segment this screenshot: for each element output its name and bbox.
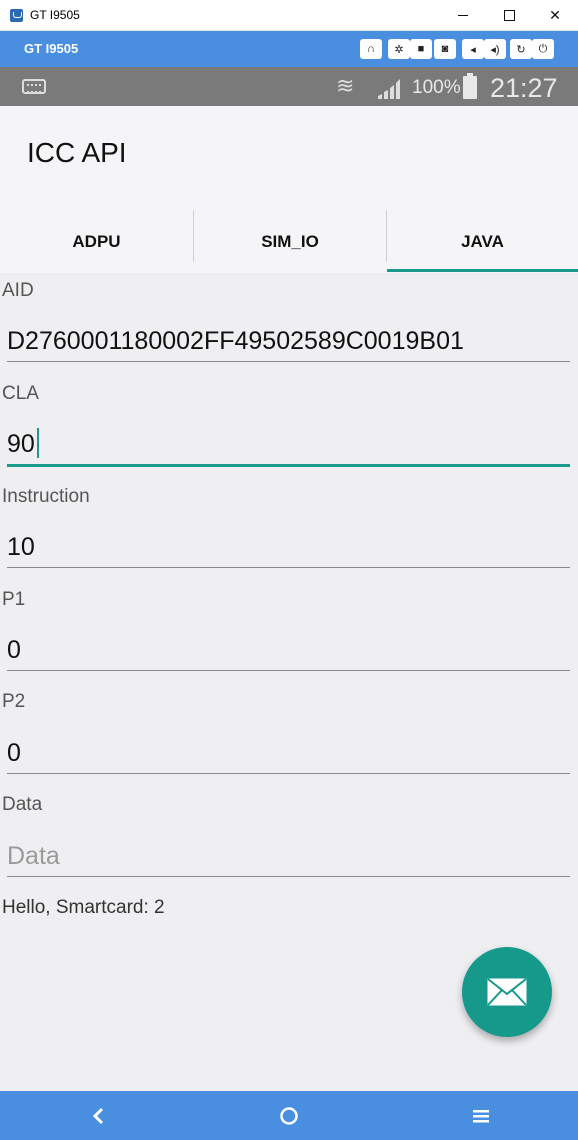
cla-underline — [7, 464, 570, 467]
tab-bar: ADPU SIM_IO JAVA — [0, 210, 578, 273]
p2-underline — [7, 773, 570, 774]
signal-icon — [378, 79, 400, 99]
home-icon — [280, 1106, 298, 1125]
window-title: GT I9505 — [30, 8, 80, 22]
battery-percent: 100% — [412, 77, 461, 98]
battery-icon — [463, 73, 477, 99]
clock: 21:27 — [490, 73, 558, 103]
camera-icon[interactable]: ◙ — [434, 39, 456, 59]
aid-label: AID — [2, 280, 34, 301]
close-button[interactable]: ✕ — [532, 0, 578, 31]
instruction-input[interactable] — [7, 531, 570, 563]
headphones-icon[interactable]: ∩ — [360, 39, 382, 59]
send-fab-button[interactable] — [462, 947, 552, 1037]
aid-input[interactable] — [7, 325, 570, 357]
video-icon[interactable]: ■ — [410, 39, 432, 59]
volume-up-icon[interactable]: ◂) — [484, 39, 506, 59]
cla-label: CLA — [2, 383, 39, 404]
navigation-bar — [0, 1091, 578, 1140]
app-title: ICC API — [27, 137, 127, 168]
menu-button[interactable] — [451, 1091, 511, 1140]
p1-label: P1 — [2, 589, 26, 610]
keyboard-icon — [22, 79, 46, 94]
maximize-button[interactable] — [486, 0, 532, 31]
selected-tab-indicator — [387, 269, 578, 272]
data-input[interactable] — [7, 840, 570, 872]
minimize-button[interactable] — [440, 0, 486, 31]
p1-input[interactable] — [7, 634, 570, 666]
back-button[interactable] — [68, 1091, 128, 1140]
rotate-icon[interactable]: ↻ — [510, 39, 532, 59]
home-button[interactable] — [259, 1091, 319, 1140]
device-label: GT I9505 — [24, 41, 79, 56]
gear-icon[interactable]: ✲ — [388, 39, 410, 59]
instruction-underline — [7, 567, 570, 568]
p2-input[interactable] — [7, 737, 570, 769]
wifi-icon: ≋ — [336, 73, 355, 98]
text-cursor — [37, 428, 39, 458]
tab-adpu[interactable]: ADPU — [0, 210, 193, 273]
back-icon — [92, 1107, 104, 1124]
app-icon — [10, 9, 23, 22]
result-text: Hello, Smartcard: 2 — [2, 897, 165, 918]
tab-java[interactable]: JAVA — [387, 210, 578, 273]
tab-sim-io[interactable]: SIM_IO — [194, 210, 386, 273]
aid-underline — [7, 361, 570, 362]
volume-down-icon[interactable]: ◂ — [462, 39, 484, 59]
app-bar: ICC API — [0, 106, 578, 210]
status-bar: ≋ 100% 21:27 — [0, 67, 578, 106]
p1-underline — [7, 670, 570, 671]
email-icon — [487, 978, 527, 1006]
data-underline — [7, 876, 570, 877]
instruction-label: Instruction — [2, 486, 90, 507]
cla-input[interactable] — [7, 428, 570, 460]
menu-icon — [473, 1109, 489, 1122]
emulator-toolbar: GT I9505 ∩ ✲ ■ ◙ ◂ ◂) ↻ ⏻ — [0, 31, 578, 67]
p2-label: P2 — [2, 691, 26, 712]
power-icon[interactable]: ⏻ — [532, 39, 554, 59]
window-titlebar: GT I9505 ✕ — [0, 0, 578, 31]
data-label: Data — [2, 794, 43, 815]
